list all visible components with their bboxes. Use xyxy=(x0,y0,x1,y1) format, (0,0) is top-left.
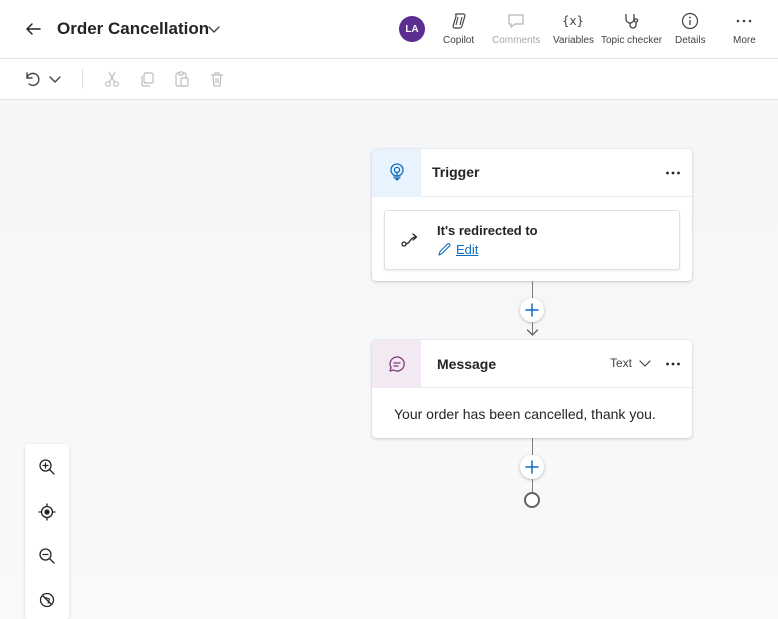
redirect-icon xyxy=(401,233,418,247)
message-type-value: Text xyxy=(610,356,633,370)
variables-button[interactable]: {x} Variables xyxy=(553,10,594,50)
message-node-header: Message Text xyxy=(372,340,692,388)
zoom-in-icon xyxy=(39,459,55,475)
trigger-icon xyxy=(389,163,404,181)
trigger-more-button[interactable] xyxy=(662,162,684,184)
pencil-icon xyxy=(438,243,451,256)
zoom-controls xyxy=(25,444,69,619)
copilot-icon xyxy=(448,10,470,32)
copy-icon xyxy=(141,72,154,87)
message-icon-box xyxy=(372,340,421,388)
toolbar-divider xyxy=(82,69,83,89)
details-button[interactable]: Details xyxy=(675,10,706,50)
edit-toolbar xyxy=(0,59,778,100)
back-button[interactable] xyxy=(20,16,46,42)
paste-button[interactable] xyxy=(171,68,193,90)
chevron-down-icon xyxy=(639,360,651,367)
more-label: More xyxy=(733,35,756,46)
connector-line xyxy=(532,438,533,455)
comment-icon xyxy=(505,10,527,32)
message-type-select[interactable]: Text xyxy=(610,356,652,370)
edit-link[interactable]: Edit xyxy=(437,242,478,257)
more-button[interactable]: More xyxy=(733,10,756,50)
more-icon xyxy=(733,10,755,32)
cut-icon xyxy=(105,71,119,87)
chevron-down-icon xyxy=(208,26,220,33)
connector-line xyxy=(532,281,533,298)
zoom-in-button[interactable] xyxy=(36,456,58,478)
undo-icon xyxy=(26,72,40,87)
minimap-toggle-button[interactable] xyxy=(36,589,58,611)
copy-button[interactable] xyxy=(136,68,158,90)
minimap-off-icon xyxy=(39,592,55,608)
title-dropdown-button[interactable] xyxy=(205,20,223,38)
more-icon xyxy=(666,362,680,366)
more-icon xyxy=(666,171,680,175)
undo-dropdown-button[interactable] xyxy=(44,68,66,90)
page-title: Order Cancellation xyxy=(57,19,210,38)
message-more-button[interactable] xyxy=(662,353,684,375)
flow-end-node xyxy=(524,492,540,508)
edit-link-label: Edit xyxy=(456,242,479,257)
chevron-down-icon xyxy=(49,76,61,83)
trigger-node-header: Trigger xyxy=(372,149,692,197)
cut-button[interactable] xyxy=(101,68,123,90)
copilot-button[interactable]: Copilot xyxy=(443,10,474,50)
svg-text:{x}: {x} xyxy=(563,14,585,28)
redirect-label: It's redirected to xyxy=(437,223,538,238)
zoom-out-button[interactable] xyxy=(36,545,58,567)
plus-icon xyxy=(525,460,539,474)
redirect-card[interactable]: It's redirected to Edit xyxy=(384,210,680,270)
chat-bubble-icon xyxy=(388,356,405,372)
variables-icon: {x} xyxy=(562,10,585,32)
trigger-icon-box xyxy=(372,149,421,197)
zoom-out-icon xyxy=(39,548,55,564)
avatar[interactable]: LA xyxy=(399,16,425,42)
copilot-label: Copilot xyxy=(443,35,475,46)
message-title: Message xyxy=(437,356,497,372)
add-node-button[interactable] xyxy=(520,455,544,479)
undo-button[interactable] xyxy=(21,68,43,90)
message-text[interactable]: Your order has been cancelled, thank you… xyxy=(394,406,656,422)
recenter-button[interactable] xyxy=(36,501,58,523)
topic-checker-label: Topic checker xyxy=(601,35,663,46)
info-icon xyxy=(679,10,701,32)
recenter-icon xyxy=(38,503,56,521)
stethoscope-icon xyxy=(621,10,643,32)
connector-line xyxy=(532,479,533,492)
plus-icon xyxy=(525,303,539,317)
trigger-node[interactable]: Trigger It's redirected to Edit xyxy=(372,149,692,281)
details-label: Details xyxy=(675,35,706,46)
delete-button[interactable] xyxy=(206,68,228,90)
topic-checker-button[interactable]: Topic checker xyxy=(601,10,662,50)
comments-label: Comments xyxy=(492,35,541,46)
top-bar: Order Cancellation LA Copilot Comments {… xyxy=(0,0,778,59)
delete-icon xyxy=(211,72,223,87)
comments-button[interactable]: Comments xyxy=(492,10,540,50)
arrow-down-icon xyxy=(526,329,539,336)
message-node[interactable]: Message Text Your order has been cancell… xyxy=(372,340,692,438)
add-node-button[interactable] xyxy=(520,298,544,322)
arrow-left-icon xyxy=(26,23,41,35)
trigger-title: Trigger xyxy=(432,164,480,180)
variables-label: Variables xyxy=(553,35,594,46)
paste-icon xyxy=(175,71,189,87)
